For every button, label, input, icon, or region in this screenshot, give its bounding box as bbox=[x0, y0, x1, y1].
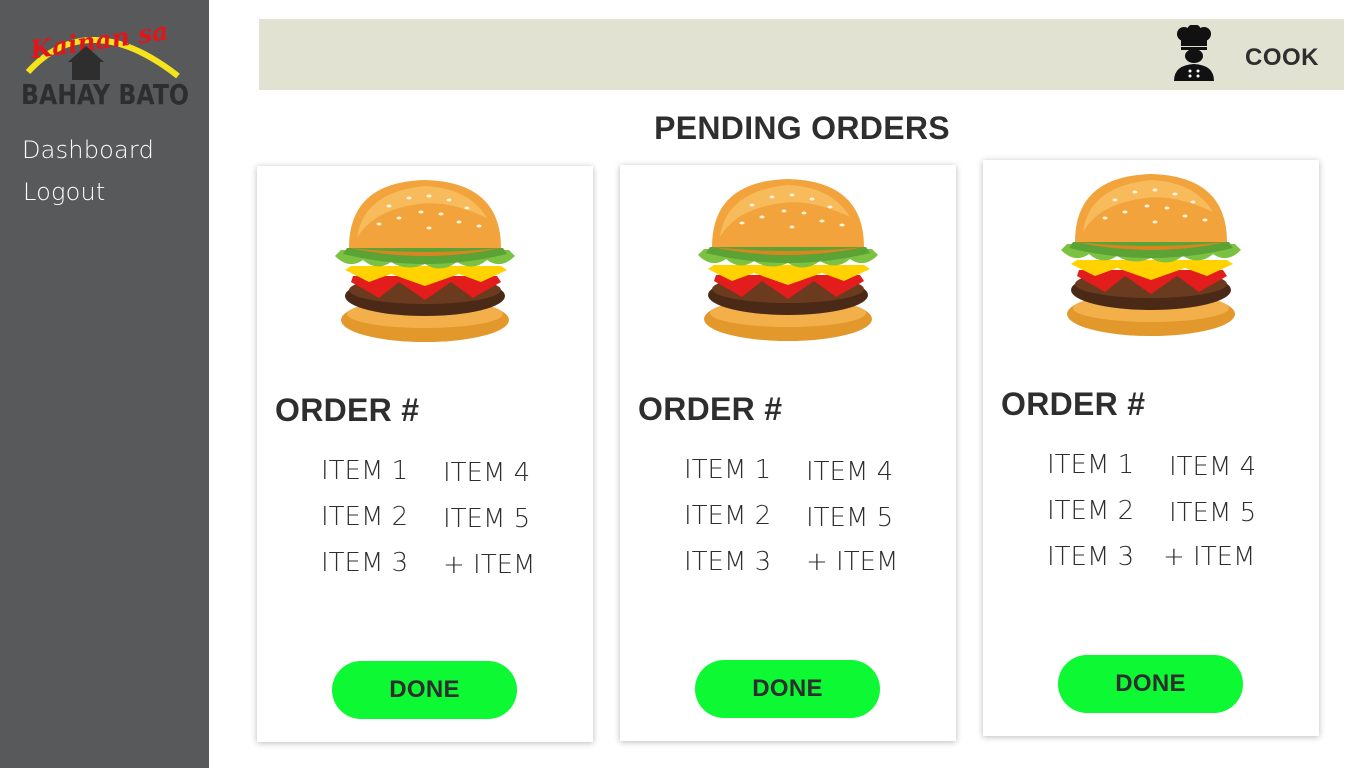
sidebar-item-logout[interactable]: Logout bbox=[23, 178, 106, 206]
order-item: ITEM 5 bbox=[443, 504, 531, 534]
add-item: + ITEM bbox=[443, 550, 536, 580]
order-title: ORDER # bbox=[1001, 386, 1146, 422]
sidebar-item-dashboard[interactable]: Dashboard bbox=[22, 136, 154, 164]
burger-image bbox=[335, 180, 515, 342]
order-item: ITEM 3 bbox=[321, 548, 409, 578]
top-bar: COOK bbox=[259, 19, 1344, 90]
order-item: ITEM 2 bbox=[321, 502, 409, 532]
page-title: PENDING ORDERS bbox=[654, 110, 950, 146]
order-item: ITEM 2 bbox=[1047, 496, 1135, 526]
order-item: ITEM 4 bbox=[1169, 452, 1257, 482]
order-card: ORDER # ITEM 1 ITEM 2 ITEM 3 ITEM 4 ITEM… bbox=[257, 166, 593, 742]
order-title: ORDER # bbox=[638, 391, 783, 427]
order-item: ITEM 2 bbox=[684, 501, 772, 531]
burger-image bbox=[698, 179, 878, 341]
user-role-label: COOK bbox=[1245, 44, 1319, 71]
order-item: ITEM 3 bbox=[1047, 542, 1135, 572]
brand-logo: Kainan sa BAHAY BATO bbox=[21, 16, 189, 111]
done-button[interactable]: DONE bbox=[695, 660, 880, 718]
logo-name-text: BAHAY BATO bbox=[21, 78, 189, 111]
order-card: ORDER # ITEM 1 ITEM 2 ITEM 3 ITEM 4 ITEM… bbox=[983, 160, 1319, 736]
order-card: ORDER # ITEM 1 ITEM 2 ITEM 3 ITEM 4 ITEM… bbox=[620, 165, 956, 741]
order-item: ITEM 4 bbox=[443, 458, 531, 488]
order-title: ORDER # bbox=[275, 392, 420, 428]
order-item: ITEM 1 bbox=[321, 456, 409, 486]
done-button[interactable]: DONE bbox=[1058, 655, 1243, 713]
add-item: + ITEM bbox=[1163, 542, 1256, 572]
sidebar: Kainan sa BAHAY BATO Dashboard Logout bbox=[0, 0, 209, 768]
done-button[interactable]: DONE bbox=[332, 661, 517, 719]
add-item: + ITEM bbox=[806, 547, 899, 577]
chef-icon bbox=[1174, 25, 1214, 81]
order-item: ITEM 1 bbox=[684, 455, 772, 485]
order-items: ITEM 1 ITEM 2 ITEM 3 ITEM 4 ITEM 5 + ITE… bbox=[684, 455, 924, 595]
order-item: ITEM 3 bbox=[684, 547, 772, 577]
order-item: ITEM 4 bbox=[806, 457, 894, 487]
burger-image bbox=[1061, 174, 1241, 336]
order-items: ITEM 1 ITEM 2 ITEM 3 ITEM 4 ITEM 5 + ITE… bbox=[321, 456, 561, 596]
order-item: ITEM 1 bbox=[1047, 450, 1135, 480]
order-item: ITEM 5 bbox=[806, 503, 894, 533]
order-items: ITEM 1 ITEM 2 ITEM 3 ITEM 4 ITEM 5 + ITE… bbox=[1047, 450, 1287, 590]
order-item: ITEM 5 bbox=[1169, 498, 1257, 528]
